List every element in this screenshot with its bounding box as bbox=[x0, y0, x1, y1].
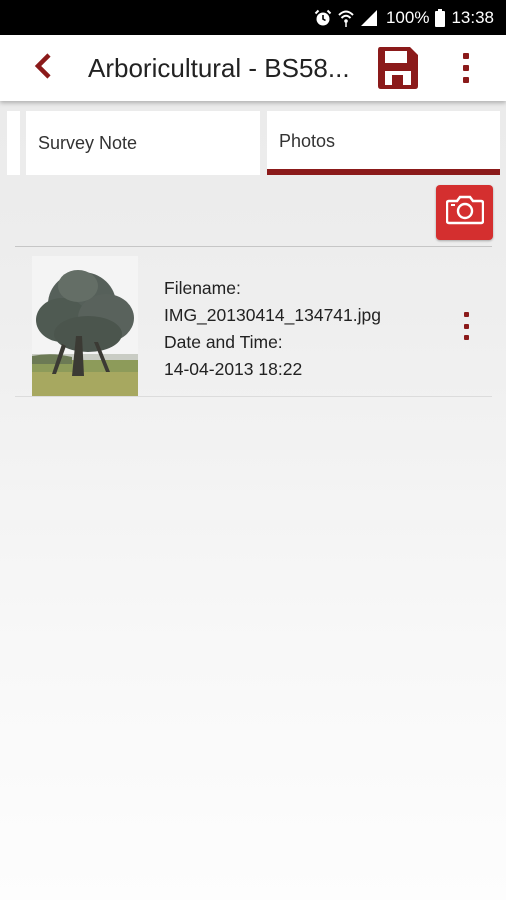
status-time: 13:38 bbox=[451, 7, 494, 27]
more-vertical-icon bbox=[463, 312, 469, 317]
datetime-value: 14-04-2013 18:22 bbox=[164, 359, 303, 379]
tab-bar: Survey Note Photos bbox=[0, 101, 506, 181]
tab-scroll-edge bbox=[7, 111, 20, 175]
photo-thumbnail[interactable] bbox=[32, 256, 138, 396]
page-title: Arboricultural - BS58... bbox=[88, 53, 350, 83]
battery-icon bbox=[435, 8, 446, 27]
photo-list-item[interactable]: Filename: IMG_20130414_134741.jpg Date a… bbox=[15, 248, 492, 396]
more-vertical-icon-dot bbox=[463, 77, 469, 83]
save-button[interactable] bbox=[377, 46, 419, 90]
filename-value: IMG_20130414_134741.jpg bbox=[164, 305, 381, 325]
alarm-icon bbox=[314, 9, 332, 27]
camera-button[interactable] bbox=[436, 185, 493, 240]
app-bar: Arboricultural - BS58... bbox=[0, 35, 506, 101]
camera-icon bbox=[445, 195, 484, 230]
tab-label: Photos bbox=[279, 130, 336, 151]
tab-survey-note[interactable]: Survey Note bbox=[26, 111, 260, 175]
back-button[interactable] bbox=[26, 50, 62, 86]
photo-details: Filename: IMG_20130414_134741.jpg Date a… bbox=[164, 275, 381, 383]
status-bar: 100% 13:38 bbox=[0, 0, 506, 35]
more-vertical-icon-dot bbox=[463, 65, 469, 71]
photo-more-button[interactable] bbox=[456, 310, 476, 342]
datetime-label: Date and Time: bbox=[164, 332, 283, 352]
chevron-left-icon bbox=[33, 52, 55, 84]
tab-label: Survey Note bbox=[38, 132, 138, 153]
tab-photos[interactable]: Photos bbox=[267, 111, 500, 175]
more-vertical-icon-dot bbox=[463, 335, 469, 340]
filename-label: Filename: bbox=[164, 278, 241, 298]
more-options-button[interactable] bbox=[454, 49, 478, 87]
list-divider bbox=[15, 396, 492, 397]
more-vertical-icon bbox=[463, 53, 469, 59]
battery-percent: 100% bbox=[385, 7, 430, 27]
signal-icon bbox=[360, 9, 378, 27]
wifi-icon bbox=[338, 9, 354, 27]
list-divider bbox=[15, 246, 492, 247]
floppy-disk-icon bbox=[377, 47, 419, 94]
more-vertical-icon-dot bbox=[463, 323, 469, 329]
